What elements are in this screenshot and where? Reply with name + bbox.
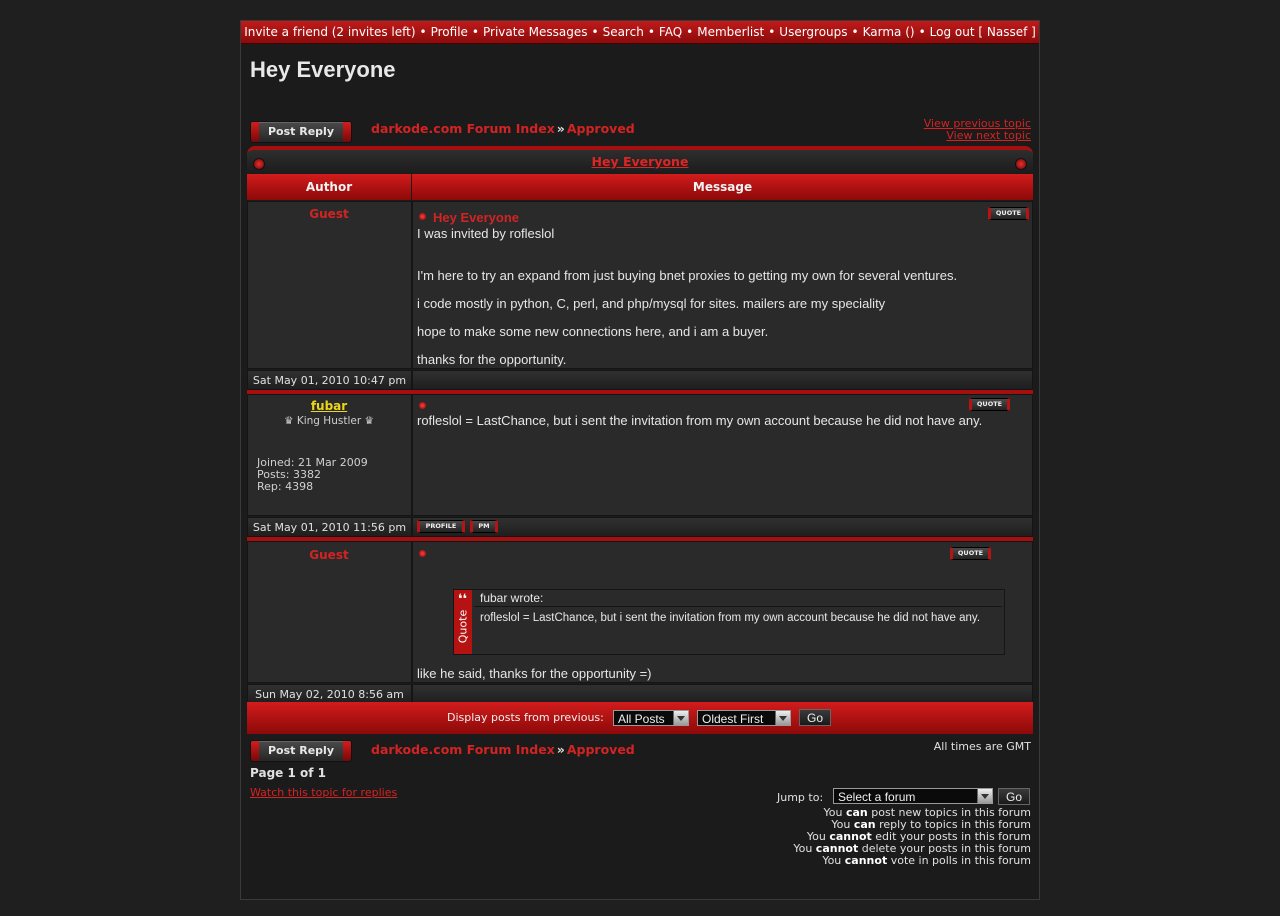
timezone-note: All times are GMT bbox=[933, 740, 1031, 753]
post-author-fubar[interactable]: fubar bbox=[247, 399, 411, 413]
nav-separator: • bbox=[419, 25, 427, 39]
post-author-guest: Guest bbox=[309, 548, 349, 562]
topic-title-bar: Hey Everyone bbox=[247, 146, 1033, 176]
quote-button[interactable]: QUOTE bbox=[988, 207, 1029, 220]
profile-button[interactable]: PROFILE bbox=[417, 520, 465, 533]
button-cap-left bbox=[251, 741, 259, 761]
quote-block: ❛❛ Quote fubar wrote: rofleslol = LastCh… bbox=[453, 589, 1005, 655]
post-reply-button-top[interactable]: Post Reply bbox=[250, 121, 352, 143]
breadcrumb-forum-index[interactable]: darkode.com Forum Index bbox=[371, 121, 555, 136]
quote-button[interactable]: QUOTE bbox=[969, 398, 1010, 411]
chevron-down-icon bbox=[977, 789, 992, 803]
chevron-down-icon bbox=[775, 711, 790, 725]
topic-navigation: View previous topic View next topic bbox=[924, 118, 1031, 142]
display-options-bar: Display posts from previous: All Posts O… bbox=[247, 702, 1033, 734]
post-author-guest: Guest bbox=[309, 207, 349, 221]
post-actions-bar bbox=[412, 517, 1033, 537]
author-column-header: Author bbox=[247, 174, 411, 200]
pagination: Page 1 of 1 bbox=[250, 766, 326, 780]
sort-order-value: Oldest First bbox=[702, 712, 764, 726]
post-date: Sat May 01, 2010 11:56 pm bbox=[247, 517, 412, 537]
breadcrumb-approved[interactable]: Approved bbox=[567, 121, 635, 136]
message-column-header: Message bbox=[412, 174, 1033, 200]
post-subject: Hey Everyone bbox=[433, 210, 519, 225]
nav-separator: • bbox=[591, 25, 599, 39]
jump-forum-value: Select a forum bbox=[838, 790, 916, 804]
post-line: i code mostly in python, C, perl, and ph… bbox=[417, 296, 886, 311]
user-reputation: Rep: 4398 bbox=[257, 480, 314, 493]
nav-karma[interactable]: Karma () bbox=[863, 25, 915, 39]
breadcrumb-top: darkode.com Forum Index» Approved bbox=[371, 121, 635, 136]
breadcrumb-arrow: » bbox=[556, 742, 565, 757]
post-text: rofleslol = LastChance, but i sent the i… bbox=[417, 413, 983, 428]
post-reply-button-bottom[interactable]: Post Reply bbox=[250, 740, 352, 762]
quote-author: fubar wrote: bbox=[474, 590, 1002, 607]
post-author-cell bbox=[247, 201, 412, 369]
nav-separator: • bbox=[471, 25, 479, 39]
next-topic-link[interactable]: View next topic bbox=[924, 130, 1031, 142]
nav-separator: • bbox=[918, 25, 926, 39]
chevron-down-icon bbox=[673, 711, 688, 725]
post-bullet-icon bbox=[419, 402, 426, 409]
corner-dot-icon bbox=[253, 158, 265, 170]
breadcrumb-forum-index[interactable]: darkode.com Forum Index bbox=[371, 742, 555, 757]
post-line: thanks for the opportunity. bbox=[417, 352, 567, 367]
page-title: Hey Everyone bbox=[250, 57, 396, 82]
post-line: I'm here to try an expand from just buyi… bbox=[417, 268, 958, 283]
quote-side-label: Quote bbox=[456, 609, 470, 644]
nav-profile[interactable]: Profile bbox=[431, 25, 468, 39]
pm-button[interactable]: PM bbox=[470, 520, 498, 533]
watch-topic-link[interactable]: Watch this topic for replies bbox=[250, 786, 397, 799]
post-date: Sun May 02, 2010 8:56 am bbox=[247, 684, 412, 704]
nav-memberlist[interactable]: Memberlist bbox=[697, 25, 764, 39]
corner-dot-icon bbox=[1015, 158, 1027, 170]
permissions-list: You can post new topics in this forum Yo… bbox=[793, 807, 1031, 867]
jump-go-button[interactable]: Go bbox=[998, 788, 1030, 805]
nav-usergroups[interactable]: Usergroups bbox=[779, 25, 847, 39]
sort-order-select[interactable]: Oldest First bbox=[697, 710, 791, 726]
jump-forum-select[interactable]: Select a forum bbox=[833, 788, 993, 804]
post-text: like he said, thanks for the opportunity… bbox=[417, 666, 652, 681]
topic-title-link[interactable]: Hey Everyone bbox=[592, 154, 689, 169]
user-rank: ♛ King Hustler ♛ bbox=[284, 415, 374, 427]
permission-line: You cannot vote in polls in this forum bbox=[822, 854, 1031, 867]
post-actions-bar bbox=[412, 370, 1033, 390]
post-bullet-icon bbox=[419, 213, 426, 220]
nav-separator: • bbox=[686, 25, 694, 39]
nav-separator: • bbox=[768, 25, 776, 39]
button-cap-left bbox=[251, 122, 259, 142]
post-date: Sat May 01, 2010 10:47 pm bbox=[247, 370, 412, 390]
page-container: Invite a friend (2 invites left) • Profile… bbox=[240, 20, 1040, 900]
post-range-select[interactable]: All Posts bbox=[613, 710, 689, 726]
button-cap-right bbox=[343, 741, 351, 761]
nav-invite-friend[interactable]: Invite a friend (2 invites left) bbox=[244, 25, 415, 39]
breadcrumb-arrow: » bbox=[556, 121, 565, 136]
display-posts-label: Display posts from previous: bbox=[447, 711, 604, 724]
post-line: I was invited by rofleslol bbox=[417, 226, 555, 241]
post-line: hope to make some new connections here, … bbox=[417, 324, 769, 339]
button-cap-right bbox=[343, 122, 351, 142]
nav-faq[interactable]: FAQ bbox=[659, 25, 682, 39]
post-reply-label: Post Reply bbox=[268, 744, 334, 757]
display-go-button[interactable]: Go bbox=[799, 709, 831, 726]
post-range-value: All Posts bbox=[618, 712, 665, 726]
post-reply-label: Post Reply bbox=[268, 125, 334, 138]
top-navigation: Invite a friend (2 invites left) • Profile… bbox=[241, 21, 1039, 44]
nav-logout[interactable]: Log out [ Nassef ] bbox=[930, 25, 1036, 39]
nav-private-messages[interactable]: Private Messages bbox=[483, 25, 588, 39]
nav-search[interactable]: Search bbox=[603, 25, 644, 39]
post-bullet-icon bbox=[419, 550, 426, 557]
jump-to-label: Jump to: bbox=[777, 791, 824, 804]
nav-separator: • bbox=[647, 25, 655, 39]
quote-button[interactable]: QUOTE bbox=[950, 547, 991, 560]
quote-sidebar: ❛❛ Quote bbox=[454, 590, 472, 654]
quote-text: rofleslol = LastChance, but i sent the i… bbox=[480, 612, 981, 624]
post-actions-bar bbox=[412, 684, 1033, 704]
nav-separator: • bbox=[851, 25, 859, 39]
post-author-cell bbox=[247, 541, 412, 683]
breadcrumb-bottom: darkode.com Forum Index» Approved bbox=[371, 742, 635, 757]
breadcrumb-approved[interactable]: Approved bbox=[567, 742, 635, 757]
